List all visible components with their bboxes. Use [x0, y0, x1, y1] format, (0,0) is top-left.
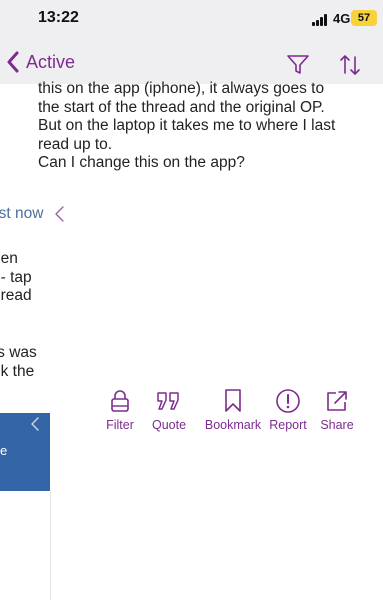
divider — [50, 491, 51, 600]
nav-title: Active — [26, 51, 76, 72]
report-icon — [276, 389, 300, 413]
action-label: Filter — [106, 418, 134, 432]
status-bar: 13:22 4G 57 — [0, 0, 383, 40]
post-line: the start of the thread and the original… — [38, 98, 325, 116]
snippet-line: rs was — [0, 344, 37, 361]
sort-icon — [340, 55, 360, 75]
post-line: this on the app (iphone), it always goes… — [38, 80, 325, 97]
snippet-line: een — [0, 250, 18, 267]
snippet-line: t - tap — [0, 268, 32, 286]
partial-post-snippet: een t - tap hread — [0, 250, 32, 306]
share-action-button[interactable]: Share — [318, 388, 356, 432]
side-panel[interactable]: e — [0, 413, 50, 491]
back-button[interactable]: Active — [6, 48, 75, 76]
snippet-line: hread — [0, 287, 32, 304]
action-label: Quote — [151, 418, 187, 432]
post-line: read up to. — [38, 135, 113, 153]
post-timestamp: ust now — [0, 205, 44, 222]
funnel-icon — [287, 55, 309, 74]
nav-bar: Active — [0, 40, 383, 84]
quote-icon — [157, 392, 179, 410]
snippet-line: ok the — [0, 362, 35, 380]
partial-post-snippet: rs was ok the — [0, 344, 37, 381]
network-type: 4G — [333, 11, 351, 26]
post-line: Can I change this on the app? — [38, 154, 245, 171]
action-label: Report — [269, 418, 307, 432]
report-action-button[interactable]: Report — [267, 388, 309, 432]
post-timestamp-row: ust now — [0, 205, 65, 223]
bookmark-action-button[interactable]: Bookmark — [200, 388, 266, 432]
filter-button[interactable] — [286, 54, 310, 81]
post-line: But on the laptop it takes me to where I… — [38, 117, 336, 134]
bookmark-icon — [225, 389, 241, 412]
sort-button[interactable] — [337, 53, 363, 82]
post-body: this on the app (iphone), it always goes… — [38, 80, 378, 173]
filter-action-button[interactable]: Filter — [100, 388, 140, 432]
side-panel-label: e — [0, 443, 8, 458]
chevron-left-icon — [30, 416, 40, 437]
lock-icon — [111, 390, 129, 412]
chevron-left-icon[interactable] — [53, 205, 65, 223]
post-action-bar: Filter Quote Bookmark Report Share — [100, 388, 383, 438]
action-label: Bookmark — [204, 418, 262, 432]
status-time: 13:22 — [38, 9, 79, 26]
chevron-left-icon — [7, 51, 19, 73]
quote-action-button[interactable]: Quote — [147, 388, 191, 432]
signal-icon — [312, 14, 330, 26]
share-icon — [327, 391, 347, 411]
action-label: Share — [320, 418, 354, 432]
battery-icon: 57 — [351, 10, 377, 26]
